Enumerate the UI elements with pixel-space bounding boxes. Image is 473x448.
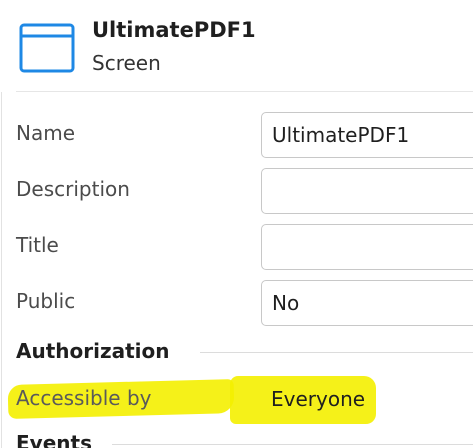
section-title-authorization: Authorization xyxy=(16,339,170,363)
accessible-by-select-value[interactable]: Everyone xyxy=(271,387,365,411)
element-name: UltimatePDF1 xyxy=(92,18,256,42)
property-row-title: Title xyxy=(0,224,473,270)
property-label-description: Description xyxy=(16,177,130,201)
property-row-name: Name UltimatePDF1 xyxy=(0,112,473,158)
property-label-public: Public xyxy=(16,289,76,313)
header-divider xyxy=(16,91,473,92)
element-type: Screen xyxy=(92,51,161,75)
property-row-accessible-by: Accessible by xyxy=(0,377,473,423)
property-label-name: Name xyxy=(16,121,76,145)
element-header: UltimatePDF1 Screen xyxy=(0,0,473,92)
properties-panel: UltimatePDF1 Screen Name UltimatePDF1 De… xyxy=(0,0,473,448)
property-label-accessible-by: Accessible by xyxy=(16,386,152,410)
name-input-value: UltimatePDF1 xyxy=(272,123,410,147)
section-title-events: Events xyxy=(16,431,92,448)
property-row-public: Public No xyxy=(0,280,473,326)
screen-window-icon xyxy=(19,23,75,73)
property-row-description: Description xyxy=(0,168,473,214)
property-label-title: Title xyxy=(16,233,59,257)
section-divider-events xyxy=(112,444,473,445)
section-divider-authorization xyxy=(200,352,473,353)
name-input[interactable]: UltimatePDF1 xyxy=(261,112,473,158)
public-select[interactable]: No xyxy=(261,280,473,326)
description-input[interactable] xyxy=(261,168,473,214)
public-select-value: No xyxy=(272,291,300,315)
title-input[interactable] xyxy=(261,224,473,270)
